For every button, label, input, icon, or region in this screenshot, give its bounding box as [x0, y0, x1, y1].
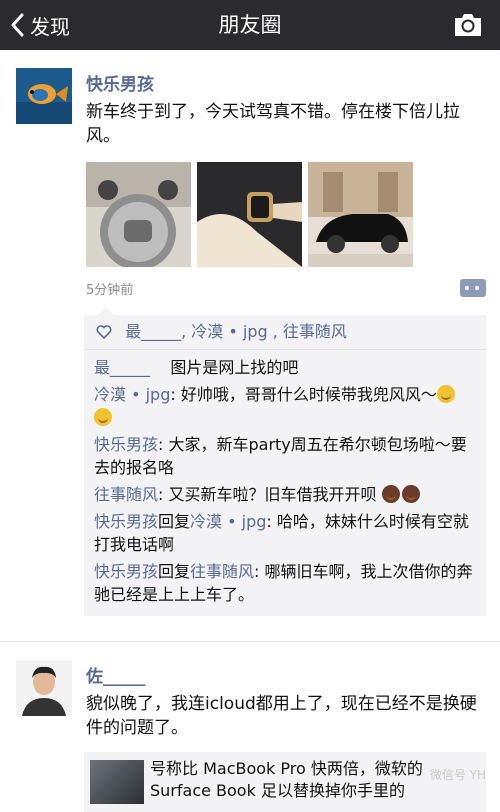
- emoji-icon: [381, 485, 400, 503]
- dot-icon: [465, 286, 469, 290]
- comment-text: : 又买新车啦？旧车借我开开呗: [158, 485, 377, 504]
- camera-icon[interactable]: [452, 10, 484, 40]
- heart-icon: [96, 325, 112, 340]
- commenter-name[interactable]: 快乐男孩: [94, 435, 158, 454]
- reply-to-name[interactable]: 往事随风: [190, 562, 254, 581]
- post-text: 貌似晚了，我连icloud都用上了，现在已经不是换硬件的问题了。: [86, 694, 477, 738]
- photo-thumbnail[interactable]: [86, 162, 191, 267]
- more-actions-button[interactable]: [460, 279, 486, 297]
- commenter-name[interactable]: 快乐男孩: [94, 562, 158, 581]
- comment-item[interactable]: 快乐男孩回复往事随风: 哪辆旧车啊，我上次借你的奔驰已经是上上上车了。: [84, 558, 486, 608]
- reply-to-name[interactable]: 冷漠 • jpg: [190, 512, 266, 531]
- author-name[interactable]: 快乐男孩: [86, 70, 154, 95]
- comment-text: 图片是网上找的吧: [170, 358, 299, 377]
- photo-thumbnail[interactable]: [197, 162, 302, 267]
- timestamp: 5分钟前: [86, 283, 134, 298]
- emoji-icon: [401, 485, 420, 503]
- commenter-name[interactable]: 往事随风: [94, 485, 158, 504]
- link-thumbnail: [90, 760, 144, 804]
- photo-thumbnail[interactable]: [308, 162, 413, 267]
- comment-section: 最_____, 冷漠 • jpg , 往事随风 最_____ 图片是网上找的吧 …: [84, 307, 486, 616]
- comment-item[interactable]: 冷漠 • jpg: 好帅哦，哥哥什么时候带我兜风风～: [84, 381, 486, 431]
- comment-item[interactable]: 最_____ 图片是网上找的吧: [84, 354, 486, 381]
- avatar[interactable]: [16, 68, 72, 124]
- likes-list[interactable]: 最_____, 冷漠 • jpg , 往事随风: [125, 322, 347, 341]
- reply-word: 回复: [158, 562, 191, 581]
- commenter-name[interactable]: 快乐男孩: [94, 512, 158, 531]
- comment-item[interactable]: 快乐男孩回复冷漠 • jpg: 哈哈，妹妹什么时候有空就打我电话啊: [84, 508, 486, 558]
- reply-word: 回复: [158, 512, 191, 531]
- avatar[interactable]: [16, 660, 72, 716]
- smiley-emoji-icon: [436, 385, 455, 403]
- comment-item[interactable]: 快乐男孩: 大家，新车party周五在希尔顿包场啦～要去的报名咯: [84, 431, 486, 481]
- commenter-name[interactable]: 冷漠 • jpg: [94, 385, 170, 404]
- commenter-name[interactable]: 最_____: [94, 358, 150, 377]
- dot-icon: [475, 286, 479, 290]
- comment-item[interactable]: 往事随风: 又买新车啦？旧车借我开开呗: [84, 481, 486, 508]
- author-name[interactable]: 佐_____: [86, 662, 146, 687]
- photo-grid: [86, 162, 416, 267]
- top-nav-bar: 发现 朋友圈: [0, 0, 500, 50]
- page-title: 朋友圈: [218, 13, 282, 37]
- likes-row: 最_____, 冷漠 • jpg , 往事随风: [84, 315, 486, 350]
- comment-text: : 好帅哦，哥哥什么时候带我兜风风～: [170, 385, 437, 404]
- smiley-emoji-icon: [94, 408, 112, 426]
- shared-link-card[interactable]: 号称比 MacBook Pro 快两倍，微软的 Surface Book 足以替…: [84, 752, 486, 812]
- moment-post: 佐_____ 貌似晚了，我连icloud都用上了，现在已经不是换硬件的问题了。 …: [0, 642, 500, 812]
- moment-post: 快乐男孩 新车终于到了，今天试驾真不错。停在楼下倍儿拉风。 5分钟前 最____…: [0, 50, 500, 640]
- watermark: 微信号 YH: [429, 768, 486, 782]
- post-text: 新车终于到了，今天试驾真不错。停在楼下倍儿拉风。: [86, 102, 460, 146]
